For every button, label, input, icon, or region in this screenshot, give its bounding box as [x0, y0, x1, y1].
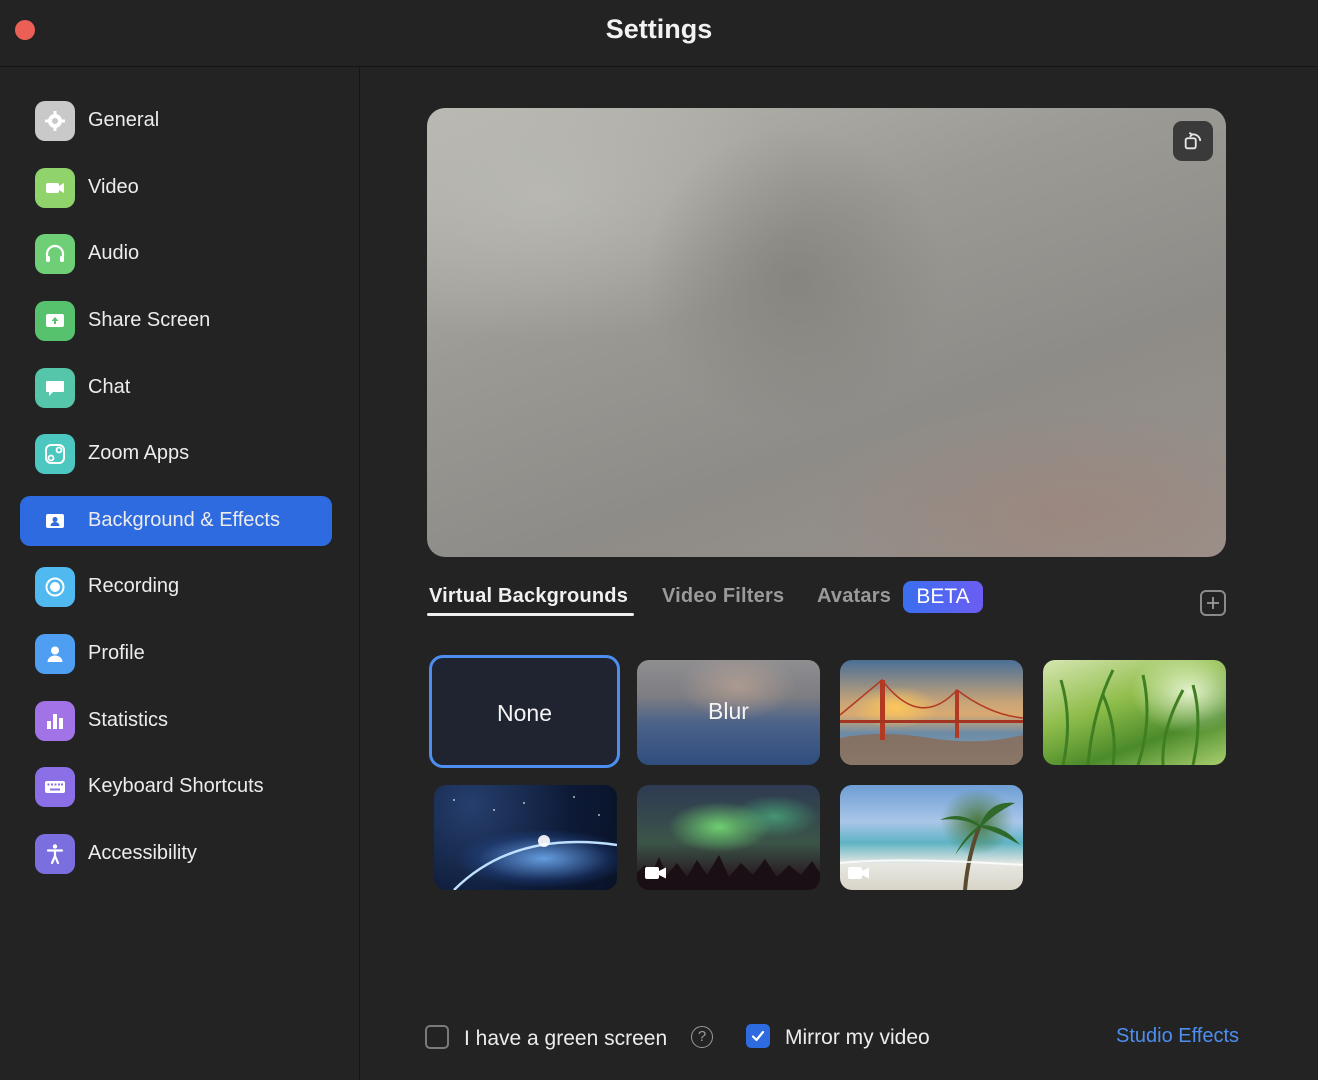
background-tabs: Virtual Backgrounds Video Filters Avatar…	[427, 577, 1227, 621]
video-camera-icon	[35, 168, 75, 208]
bridge-image	[840, 678, 1023, 765]
sidebar-item-accessibility[interactable]: Accessibility	[20, 829, 332, 879]
settings-content: Virtual Backgrounds Video Filters Avatar…	[360, 67, 1318, 1080]
tab-virtual-backgrounds[interactable]: Virtual Backgrounds	[429, 585, 628, 608]
mirror-video-checkbox[interactable]	[746, 1024, 770, 1048]
sidebar-item-general[interactable]: General	[20, 96, 332, 146]
accessibility-icon	[35, 834, 75, 874]
sidebar-item-label: General	[88, 109, 160, 131]
sidebar-item-label: Recording	[88, 575, 180, 597]
grass-image	[1059, 669, 1200, 765]
sidebar-item-label: Profile	[88, 642, 145, 664]
sidebar-item-label: Audio	[88, 242, 140, 264]
background-option-golden-gate-bridge[interactable]	[840, 660, 1023, 765]
settings-sidebar: General Video Audio Share Screen Chat Zo…	[0, 67, 360, 1080]
sidebar-item-zoom-apps[interactable]: Zoom Apps	[20, 429, 332, 479]
sidebar-item-label: Share Screen	[88, 309, 211, 331]
add-background-button[interactable]	[1200, 590, 1226, 616]
sidebar-item-label: Background & Effects	[88, 509, 280, 531]
video-background-icon	[848, 867, 869, 879]
help-icon[interactable]: ?	[691, 1026, 713, 1048]
tab-video-filters[interactable]: Video Filters	[662, 585, 784, 608]
sidebar-item-label: Accessibility	[88, 842, 197, 864]
sidebar-item-profile[interactable]: Profile	[20, 629, 332, 679]
background-option-blur[interactable]: Blur	[637, 660, 820, 765]
sidebar-item-label: Zoom Apps	[88, 442, 190, 464]
rotate-camera-button[interactable]	[1173, 121, 1213, 161]
background-option-aurora[interactable]	[637, 785, 820, 890]
person-card-icon	[35, 501, 75, 541]
video-background-icon	[645, 867, 666, 879]
sidebar-item-recording[interactable]: Recording	[20, 562, 332, 612]
sidebar-item-label: Chat	[88, 376, 131, 398]
keyboard-icon	[35, 767, 75, 807]
background-option-beach[interactable]	[840, 785, 1023, 890]
headphones-icon	[35, 234, 75, 274]
background-option-label: None	[497, 700, 552, 726]
active-tab-indicator	[427, 613, 634, 616]
share-screen-icon	[35, 301, 75, 341]
sidebar-item-share-screen[interactable]: Share Screen	[20, 296, 332, 346]
camera-preview	[427, 108, 1226, 557]
green-screen-checkbox[interactable]	[425, 1025, 449, 1049]
chat-bubble-icon	[35, 368, 75, 408]
apps-icon	[35, 434, 75, 474]
sidebar-item-statistics[interactable]: Statistics	[20, 696, 332, 746]
plus-icon	[1206, 596, 1220, 610]
background-option-earth[interactable]	[434, 785, 617, 890]
mirror-video-label: Mirror my video	[785, 1026, 930, 1049]
earth-image	[453, 796, 617, 890]
background-option-label: Blur	[708, 698, 749, 724]
bar-chart-icon	[35, 701, 75, 741]
title-bar: Settings	[0, 0, 1318, 67]
window-title: Settings	[605, 14, 713, 44]
background-option-grass[interactable]	[1043, 660, 1226, 765]
sidebar-item-chat[interactable]: Chat	[20, 363, 332, 413]
rotate-icon	[1182, 130, 1204, 152]
tab-avatars[interactable]: Avatars	[817, 585, 891, 608]
record-icon	[35, 567, 75, 607]
gear-icon	[35, 101, 75, 141]
sidebar-item-label: Keyboard Shortcuts	[88, 775, 264, 797]
beta-badge: BETA	[903, 581, 983, 613]
sidebar-item-label: Video	[88, 176, 139, 198]
background-option-none[interactable]: None	[429, 655, 620, 768]
sidebar-item-background-effects[interactable]: Background & Effects	[20, 496, 332, 546]
green-screen-label: I have a green screen	[464, 1027, 668, 1050]
checkmark-icon	[750, 1028, 766, 1044]
sidebar-item-keyboard-shortcuts[interactable]: Keyboard Shortcuts	[20, 762, 332, 812]
studio-effects-link[interactable]: Studio Effects	[1116, 1025, 1239, 1048]
sidebar-item-video[interactable]: Video	[20, 163, 332, 213]
sidebar-item-label: Statistics	[88, 709, 169, 731]
profile-icon	[35, 634, 75, 674]
sidebar-item-audio[interactable]: Audio	[20, 229, 332, 279]
